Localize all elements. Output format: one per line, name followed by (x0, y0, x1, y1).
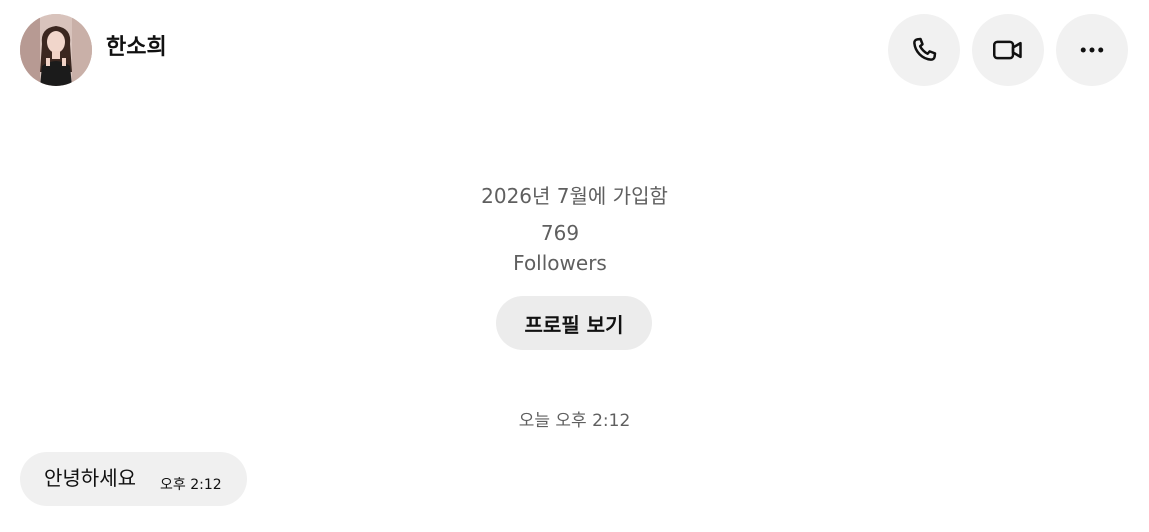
view-profile-button[interactable]: 프로필 보기 (496, 296, 652, 350)
contact-avatar[interactable] (20, 14, 92, 86)
video-call-button[interactable] (972, 14, 1044, 86)
phone-icon (913, 37, 937, 61)
followers-label: Followers (513, 251, 607, 275)
followers-count: 769 (540, 221, 580, 245)
call-button[interactable] (888, 14, 960, 86)
message-text: 안녕하세요 (44, 466, 136, 490)
chat-page: 한소희 2026년 7월에 가입함 769 Followers 프로필 보기 오… (0, 0, 1149, 532)
day-separator: 오늘 오후 2:12 (518, 411, 631, 431)
contact-name[interactable]: 한소희 (106, 33, 167, 63)
joined-date: 2026년 7월에 가입함 (481, 184, 668, 208)
chat-header: 한소희 (0, 0, 1149, 100)
message-timestamp: 오후 2:12 (160, 477, 222, 493)
video-camera-icon (993, 40, 1022, 60)
more-horizontal-icon (1080, 47, 1104, 53)
more-options-button[interactable] (1056, 14, 1128, 86)
message-bubble[interactable]: 안녕하세요 오후 2:12 (20, 452, 247, 506)
profile-photo-icon (20, 14, 92, 86)
